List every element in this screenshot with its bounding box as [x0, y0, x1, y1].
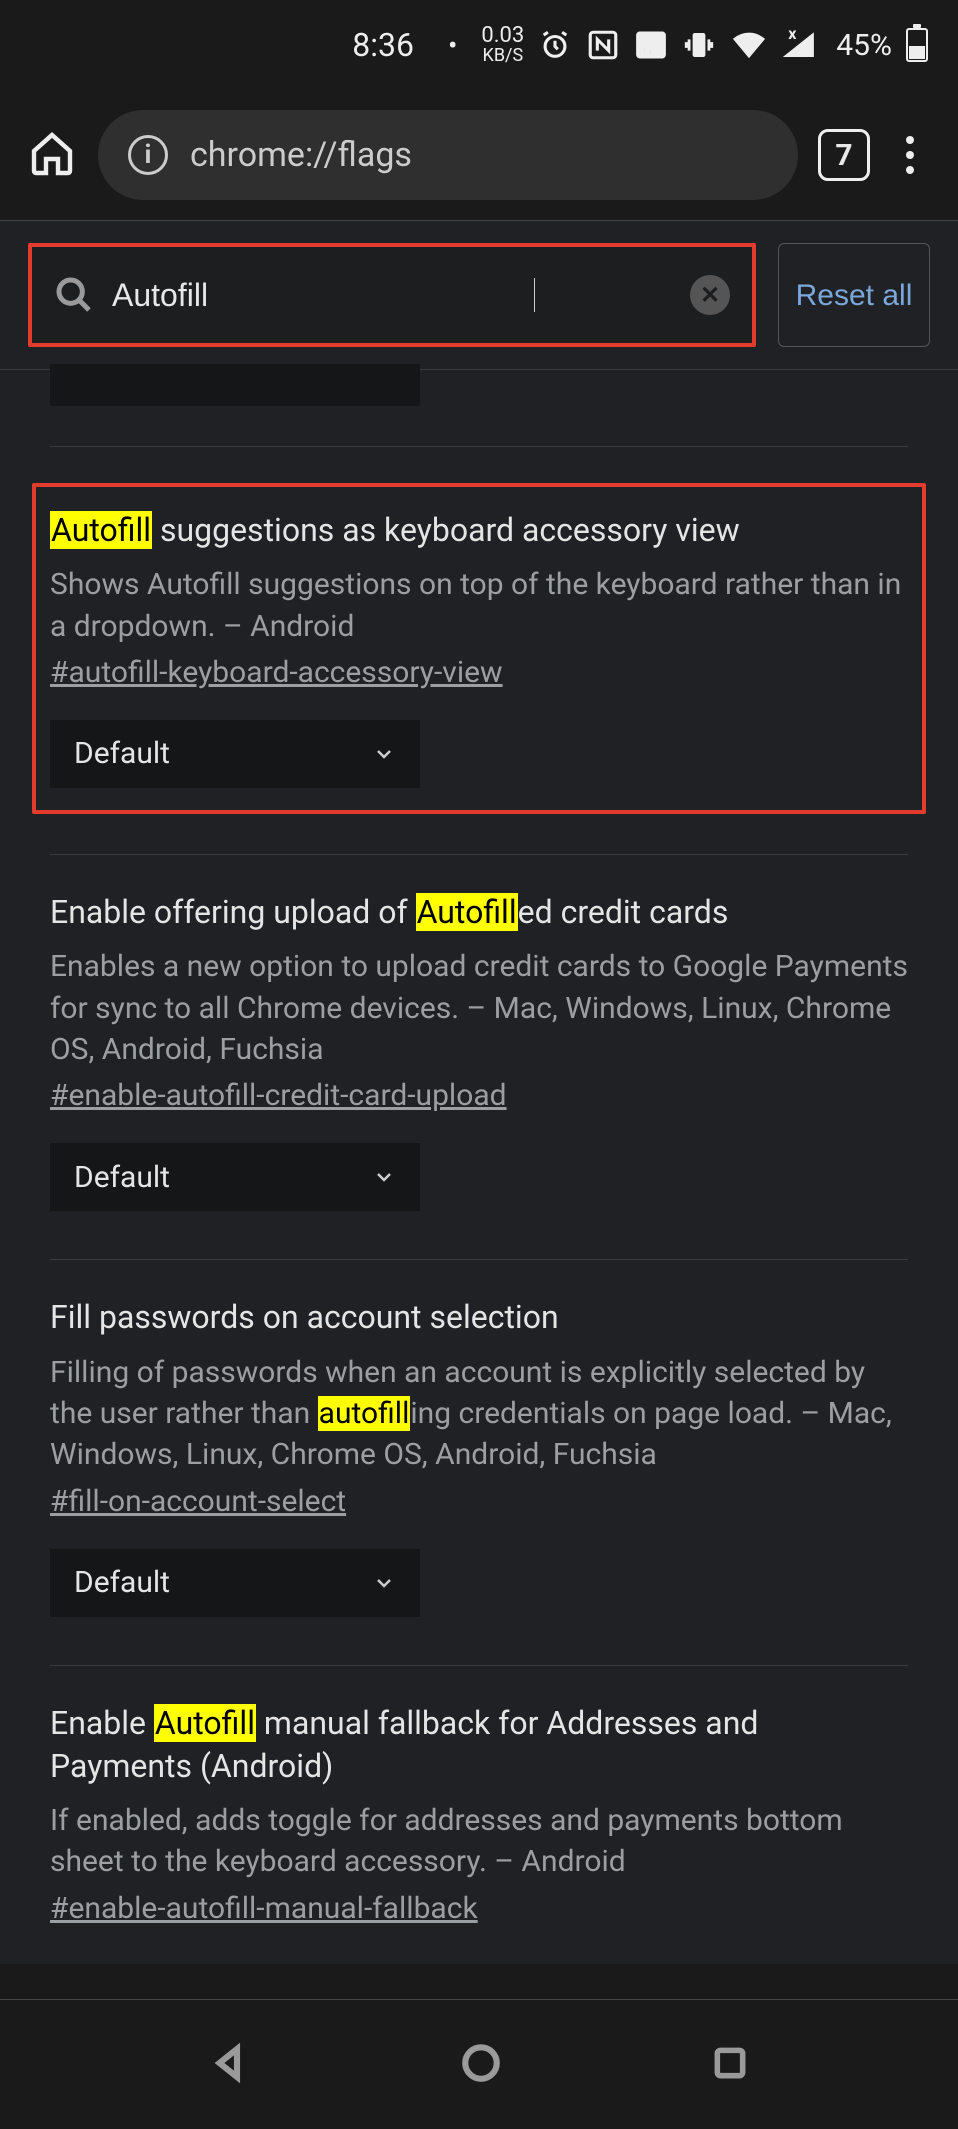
site-info-icon[interactable]: i [128, 135, 168, 175]
flags-list: Autofill suggestions as keyboard accesso… [0, 364, 958, 1964]
search-match-highlight: Autofill [154, 1704, 256, 1742]
tab-switcher-button[interactable]: 7 [818, 129, 870, 181]
flag-autofill-keyboard-accessory: Autofill suggestions as keyboard accesso… [32, 483, 926, 814]
chevron-down-icon [372, 742, 396, 766]
url-bar[interactable]: i chrome://flags [98, 110, 798, 200]
flag-title: Enable offering upload of Autofilled cre… [50, 891, 908, 934]
url-text: chrome://flags [190, 135, 412, 175]
battery-icon [906, 28, 928, 62]
flag-state-dropdown[interactable]: Default [50, 720, 420, 788]
flag-anchor-link[interactable]: #enable-autofill-credit-card-upload [50, 1078, 507, 1113]
back-button[interactable] [209, 2042, 251, 2088]
flag-anchor-link[interactable]: #autofill-keyboard-accessory-view [50, 655, 503, 690]
flag-enable-autofill-credit-card-upload: Enable offering upload of Autofilled cre… [50, 891, 908, 1219]
browser-toolbar: i chrome://flags 7 [0, 90, 958, 220]
flag-state-dropdown[interactable]: Default [50, 1549, 420, 1617]
flag-description: Filling of passwords when an account is … [50, 1352, 908, 1476]
flag-description: If enabled, adds toggle for addresses an… [50, 1800, 908, 1883]
flag-anchor-link[interactable]: #fill-on-account-select [50, 1484, 346, 1519]
status-data-speed: 0.03 KB/S [481, 25, 524, 65]
search-flags-input[interactable] [112, 277, 532, 314]
flag-separator [50, 446, 908, 447]
search-row: ✕ Reset all [0, 221, 958, 370]
flag-description: Shows Autofill suggestions on top of the… [50, 564, 908, 647]
reset-all-button[interactable]: Reset all [778, 243, 930, 347]
recents-button[interactable] [711, 2044, 749, 2086]
clear-search-button[interactable]: ✕ [690, 275, 730, 315]
flag-anchor-link[interactable]: #enable-autofill-manual-fallback [50, 1891, 478, 1926]
cellular-signal-icon: x [782, 30, 816, 60]
flag-state-dropdown[interactable]: Default [50, 1143, 420, 1211]
flag-separator [50, 1259, 908, 1260]
text-cursor [534, 278, 535, 312]
flag-description: Enables a new option to upload credit ca… [50, 946, 908, 1070]
search-match-highlight: autofill [318, 1396, 411, 1431]
chevron-down-icon [372, 1571, 396, 1595]
android-status-bar: 8:36 • 0.03 KB/S VoLTE x 45% [0, 0, 958, 90]
search-match-highlight: Autofill [50, 511, 152, 549]
status-battery-percent: 45% [836, 28, 892, 63]
home-button[interactable] [460, 2042, 502, 2088]
svg-text:LTE: LTE [643, 47, 659, 58]
flag-title: Autofill suggestions as keyboard accesso… [50, 509, 908, 552]
alarm-icon [538, 28, 572, 62]
chevron-down-icon [372, 1165, 396, 1189]
flags-page: ✕ Reset all Autofill suggestions as keyb… [0, 220, 958, 1964]
flag-separator [50, 1665, 908, 1666]
flag-fill-on-account-select: Fill passwords on account selection Fill… [50, 1296, 908, 1624]
flag-title: Enable Autofill manual fallback for Addr… [50, 1702, 908, 1788]
status-separator-dot: • [448, 29, 457, 62]
nfc-icon [586, 28, 620, 62]
overflow-menu-icon[interactable] [890, 136, 930, 174]
search-icon [54, 275, 94, 315]
previous-flag-dropdown-partial[interactable] [50, 364, 420, 406]
svg-text:Vo: Vo [645, 36, 657, 47]
flag-separator [50, 854, 908, 855]
search-flags-input-container: ✕ [28, 243, 756, 347]
search-match-highlight: Autofill [416, 893, 518, 931]
flag-enable-autofill-manual-fallback: Enable Autofill manual fallback for Addr… [50, 1702, 908, 1964]
status-time: 8:36 [352, 26, 414, 64]
volte-icon: VoLTE [634, 28, 668, 62]
vibrate-icon [682, 28, 716, 62]
wifi-icon [730, 30, 768, 60]
flag-title: Fill passwords on account selection [50, 1296, 908, 1339]
android-navigation-bar [0, 1999, 958, 2129]
home-icon[interactable] [28, 129, 78, 181]
